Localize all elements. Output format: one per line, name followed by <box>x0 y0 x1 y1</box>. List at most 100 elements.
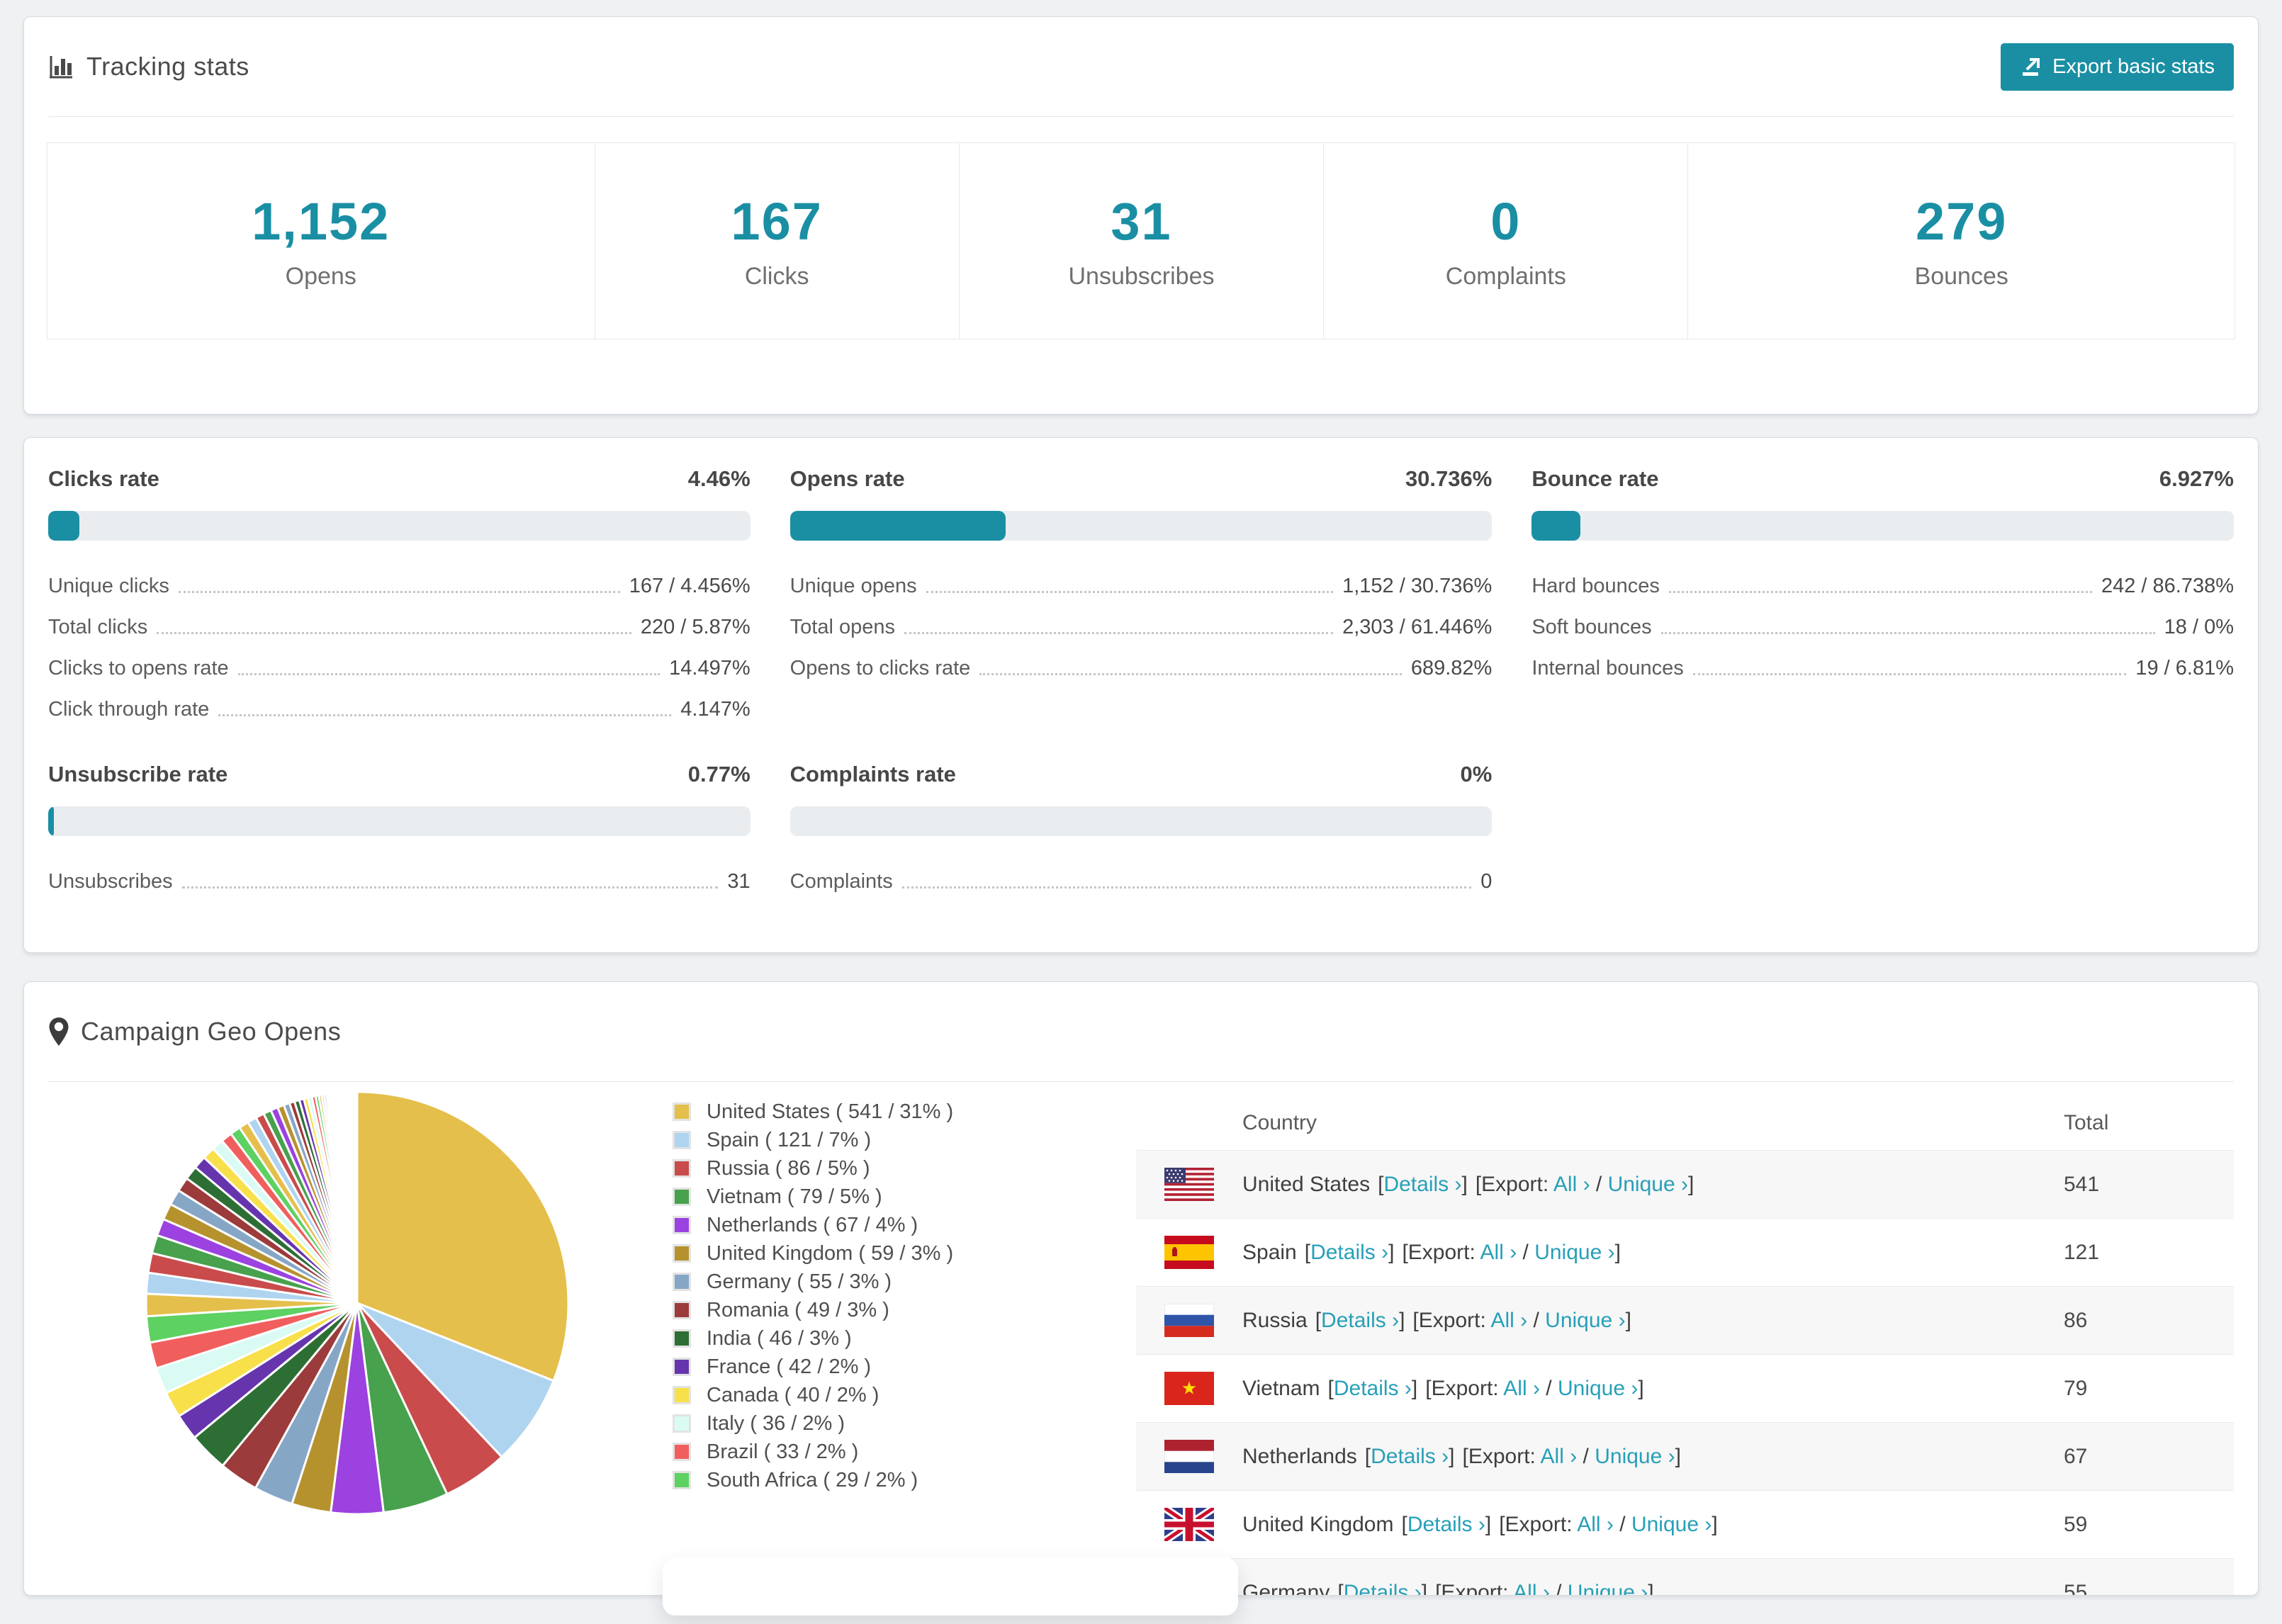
details-link[interactable]: Details › <box>1407 1513 1485 1536</box>
legend-item[interactable]: Spain ( 121 / 7% ) <box>673 1126 1136 1154</box>
rate-row: Hard bounces 242 / 86.738% <box>1531 575 2234 597</box>
row-total: 79 <box>2064 1376 2088 1400</box>
rate-row: Internal bounces 19 / 6.81% <box>1531 657 2234 680</box>
legend-item[interactable]: Romania ( 49 / 3% ) <box>673 1296 1136 1324</box>
table-row: Vietnam [Details ›] [Export: All › / Uniqu… <box>1136 1354 2234 1422</box>
legend-swatch <box>673 1301 691 1319</box>
dotted-leader <box>178 591 620 593</box>
pie-svg[interactable] <box>137 1083 577 1523</box>
export-unique-link[interactable]: Unique › <box>1545 1309 1625 1332</box>
legend-swatch <box>673 1273 691 1291</box>
details-link[interactable]: Details › <box>1383 1173 1461 1196</box>
stat-label: Complaints <box>1445 263 1566 290</box>
bar-chart-icon <box>48 53 75 80</box>
export-all-link[interactable]: All › <box>1577 1513 1614 1536</box>
export-all-link[interactable]: All › <box>1490 1309 1527 1332</box>
legend-item[interactable]: United States ( 541 / 31% ) <box>673 1098 1136 1126</box>
export-unique-link[interactable]: Unique › <box>1631 1513 1712 1536</box>
rate-row: Soft bounces 18 / 0% <box>1531 616 2234 638</box>
export-all-link[interactable]: All › <box>1553 1173 1590 1196</box>
export-basic-stats-button[interactable]: Export basic stats <box>2001 43 2234 91</box>
legend-swatch <box>673 1131 691 1149</box>
complaints-rate-bar <box>789 806 1493 836</box>
rate-percent: 30.736% <box>1405 466 1493 491</box>
stat-clicks: 167 Clicks <box>594 143 959 339</box>
legend-swatch <box>673 1188 691 1206</box>
export-all-link[interactable]: All › <box>1480 1241 1517 1264</box>
row-total: 55 <box>2064 1580 2088 1596</box>
tracking-stats-header: Tracking stats Export basic stats <box>24 17 2258 116</box>
table-row: United States [Details ›] [Export: All › /… <box>1136 1150 2234 1218</box>
row-total: 121 <box>2064 1240 2100 1264</box>
dotted-leader <box>979 673 1402 675</box>
legend-item[interactable]: United Kingdom ( 59 / 3% ) <box>673 1239 1136 1268</box>
rate-title: Opens rate <box>789 466 905 491</box>
row-total: 541 <box>2064 1172 2100 1196</box>
opens-rate-bar <box>789 511 1493 541</box>
legend-item[interactable]: Russia ( 86 / 5% ) <box>673 1154 1136 1183</box>
legend-item[interactable]: India ( 46 / 3% ) <box>673 1324 1136 1353</box>
rate-percent: 4.46% <box>687 466 751 491</box>
export-all-link[interactable]: All › <box>1541 1445 1578 1468</box>
rate-title: Complaints rate <box>789 762 956 786</box>
dotted-leader <box>237 673 661 675</box>
legend-swatch <box>673 1471 691 1489</box>
details-link[interactable]: Details › <box>1334 1377 1412 1400</box>
rate-row: Unique opens 1,152 / 30.736% <box>789 575 1493 597</box>
page-title: Tracking stats <box>86 52 249 81</box>
dotted-leader <box>926 591 1334 593</box>
legend-item[interactable]: South Africa ( 29 / 2% ) <box>673 1466 1136 1494</box>
export-unique-link[interactable]: Unique › <box>1608 1173 1688 1196</box>
stat-label: Opens <box>285 263 356 290</box>
flag-vietnam-icon <box>1164 1372 1214 1405</box>
dotted-leader <box>1660 632 2155 634</box>
details-link[interactable]: Details › <box>1310 1241 1388 1264</box>
rate-percent: 0.77% <box>687 762 751 786</box>
table-row: Netherlands [Details ›] [Export: All › / U… <box>1136 1422 2234 1490</box>
table-row: Spain [Details ›] [Export: All › / Unique … <box>1136 1218 2234 1286</box>
export-unique-link[interactable]: Unique › <box>1595 1445 1675 1468</box>
export-unique-link[interactable]: Unique › <box>1568 1581 1648 1596</box>
section-title: Campaign Geo Opens <box>81 1017 342 1046</box>
details-link[interactable]: Details › <box>1344 1581 1422 1596</box>
dotted-leader <box>901 886 1472 889</box>
geo-pie-chart[interactable] <box>48 1082 647 1595</box>
export-unique-link[interactable]: Unique › <box>1534 1241 1614 1264</box>
row-total: 59 <box>2064 1512 2088 1536</box>
stat-value: 167 <box>731 192 823 251</box>
legend-item[interactable]: France ( 42 / 2% ) <box>673 1353 1136 1381</box>
legend-swatch <box>673 1443 691 1461</box>
legend-swatch <box>673 1329 691 1348</box>
legend-swatch <box>673 1244 691 1263</box>
export-all-link[interactable]: All › <box>1513 1581 1550 1596</box>
details-link[interactable]: Details › <box>1371 1445 1449 1468</box>
dotted-leader <box>181 886 719 889</box>
opens-rate-block: Opens rate 30.736% Unique opens 1,152 / 3… <box>789 466 1493 732</box>
flag-spain-icon <box>1164 1236 1214 1269</box>
stat-value: 31 <box>1111 192 1172 251</box>
stat-value: 0 <box>1490 192 1522 251</box>
rate-row: Total clicks 220 / 5.87% <box>48 616 751 638</box>
legend-item[interactable]: Canada ( 40 / 2% ) <box>673 1381 1136 1409</box>
dotted-leader <box>218 714 672 716</box>
pie-legend: United States ( 541 / 31% ) Spain ( 121 … <box>647 1082 1136 1595</box>
rate-title: Unsubscribe rate <box>48 762 228 786</box>
export-all-link[interactable]: All › <box>1503 1377 1540 1400</box>
stat-label: Bounces <box>1914 263 2008 290</box>
export-unique-link[interactable]: Unique › <box>1558 1377 1638 1400</box>
legend-item[interactable]: Germany ( 55 / 3% ) <box>673 1268 1136 1296</box>
unsubscribe-rate-bar <box>48 806 751 836</box>
rate-row: Opens to clicks rate 689.82% <box>789 657 1493 680</box>
details-link[interactable]: Details › <box>1321 1309 1399 1332</box>
flag-united-states-icon <box>1164 1168 1214 1201</box>
table-header: Country Total <box>1242 1111 2109 1134</box>
dotted-leader <box>904 632 1334 634</box>
legend-item[interactable]: Vietnam ( 79 / 5% ) <box>673 1183 1136 1211</box>
rate-percent: 0% <box>1460 762 1493 786</box>
geo-table: Country Total United States [Details ›] [E… <box>1136 1096 2234 1596</box>
geo-opens-card: Campaign Geo Opens United States ( 541 /… <box>23 981 2259 1596</box>
legend-item[interactable]: Netherlands ( 67 / 4% ) <box>673 1211 1136 1239</box>
table-row: United Kingdom [Details ›] [Export: All › … <box>1136 1490 2234 1558</box>
legend-item[interactable]: Brazil ( 33 / 2% ) <box>673 1438 1136 1466</box>
legend-item[interactable]: Italy ( 36 / 2% ) <box>673 1409 1136 1438</box>
